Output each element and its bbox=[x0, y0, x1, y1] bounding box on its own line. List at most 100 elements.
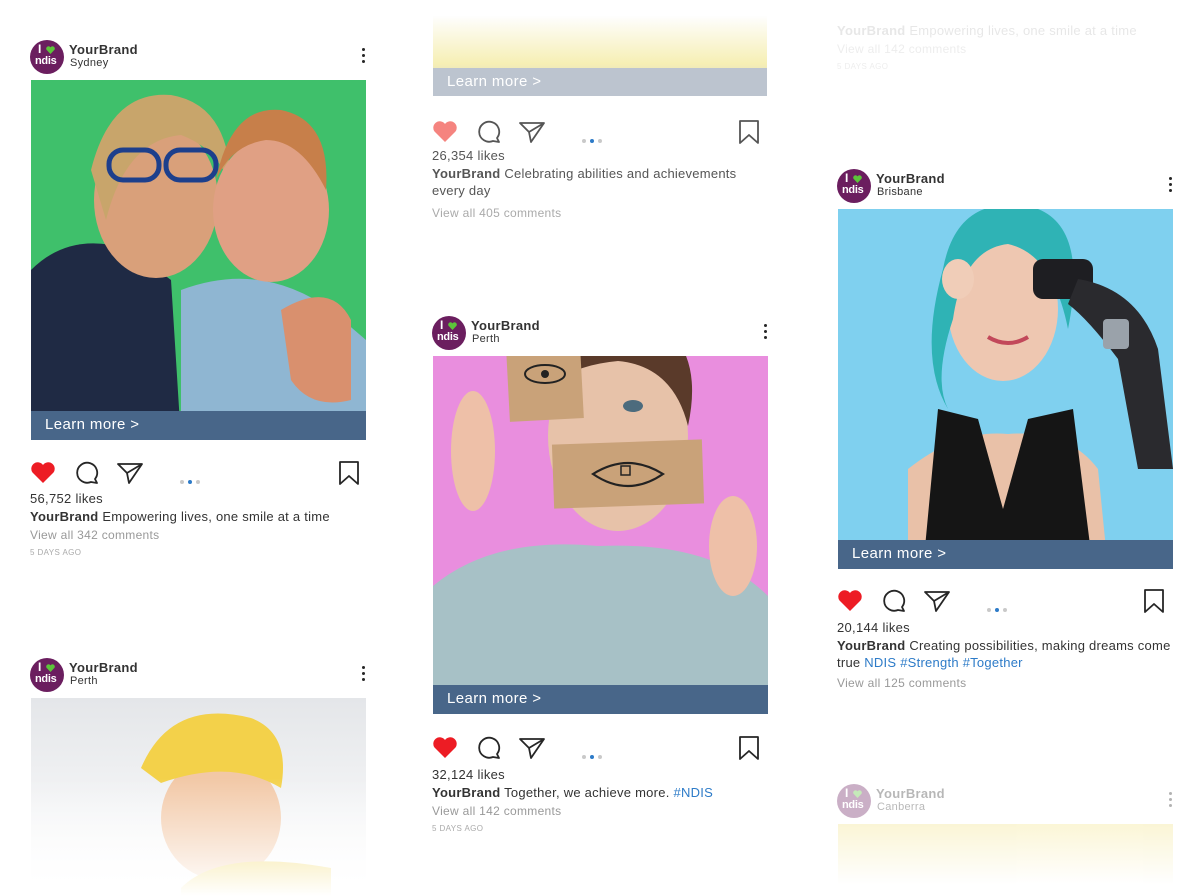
logo-letter: I bbox=[38, 42, 42, 56]
post-card: I ndis YourBrand Canberra bbox=[837, 784, 1173, 884]
view-comments-link[interactable]: View all 342 comments bbox=[30, 528, 159, 542]
post-header: I ndis YourBrand Canberra bbox=[837, 784, 1173, 820]
learn-more-label: Learn more > bbox=[447, 73, 542, 90]
view-comments-link[interactable]: View all 142 comments bbox=[837, 42, 966, 56]
post-card: I ndis YourBrand Brisbane Learn more > 2… bbox=[837, 169, 1173, 690]
post-image[interactable]: Learn more > bbox=[433, 16, 767, 96]
woman-with-bionic-arm-illustration bbox=[908, 209, 1173, 569]
post-header: I ndis YourBrand Perth bbox=[432, 316, 768, 352]
baby-illustration bbox=[31, 713, 366, 896]
post-timestamp: 5 DAYS AGO bbox=[837, 62, 889, 71]
comment-icon[interactable] bbox=[75, 461, 99, 485]
carousel-dots-icon bbox=[582, 746, 606, 764]
caption-brand[interactable]: YourBrand bbox=[30, 509, 98, 524]
caption-text: Empowering lives, one smile at a time bbox=[102, 509, 330, 524]
caption-brand[interactable]: YourBrand bbox=[837, 638, 905, 653]
likes-count: 56,752 likes bbox=[30, 491, 103, 506]
post-image[interactable]: Learn more > bbox=[433, 356, 768, 714]
caption-text: Empowering lives, one smile at a time bbox=[909, 23, 1137, 38]
heart-logo-icon bbox=[448, 322, 457, 330]
post-actions bbox=[30, 459, 366, 487]
post-card: I ndis YourBrand Perth bbox=[30, 658, 366, 896]
post-card: I ndis YourBrand Sydney Learn more > 56,… bbox=[30, 40, 366, 557]
logo-text: ndis bbox=[35, 55, 57, 67]
heart-icon[interactable] bbox=[432, 120, 458, 144]
bookmark-icon[interactable] bbox=[738, 119, 760, 145]
brand-name[interactable]: YourBrand bbox=[876, 786, 945, 801]
post-actions bbox=[432, 118, 768, 146]
hashtag-link[interactable]: #NDIS bbox=[673, 785, 713, 800]
view-comments-link[interactable]: View all 142 comments bbox=[432, 804, 561, 818]
brand-name[interactable]: YourBrand bbox=[876, 171, 945, 186]
carousel-dots-icon bbox=[582, 130, 606, 148]
post-location[interactable]: Canberra bbox=[877, 801, 925, 813]
woman-with-cards-illustration bbox=[433, 356, 768, 714]
caption-brand[interactable]: YourBrand bbox=[432, 166, 500, 181]
more-options-icon[interactable] bbox=[764, 324, 768, 342]
brand-name[interactable]: YourBrand bbox=[69, 660, 138, 675]
heart-logo-icon bbox=[46, 46, 55, 54]
post-location[interactable]: Perth bbox=[70, 675, 98, 687]
post-image[interactable]: Learn more > bbox=[838, 209, 1173, 569]
post-header: I ndis YourBrand Perth bbox=[30, 658, 366, 694]
post-caption: YourBrand Empowering lives, one smile at… bbox=[837, 22, 1173, 39]
more-options-icon[interactable] bbox=[362, 666, 366, 684]
caption-brand[interactable]: YourBrand bbox=[432, 785, 500, 800]
likes-count: 20,144 likes bbox=[837, 620, 910, 635]
brand-avatar[interactable]: I ndis bbox=[30, 40, 64, 74]
post-actions bbox=[837, 587, 1173, 615]
post-location[interactable]: Perth bbox=[472, 333, 500, 345]
more-options-icon[interactable] bbox=[1169, 177, 1173, 195]
post-image[interactable]: Learn more > bbox=[31, 80, 366, 440]
hashtag-link[interactable]: NDIS #Strength #Together bbox=[864, 655, 1022, 670]
likes-count: 32,124 likes bbox=[432, 767, 505, 782]
brand-name[interactable]: YourBrand bbox=[471, 318, 540, 333]
more-options-icon[interactable] bbox=[1169, 792, 1173, 810]
post-timestamp: 5 DAYS AGO bbox=[432, 824, 484, 833]
bookmark-icon[interactable] bbox=[738, 735, 760, 761]
brand-avatar[interactable]: I ndis bbox=[30, 658, 64, 692]
brand-name[interactable]: YourBrand bbox=[69, 42, 138, 57]
post-location[interactable]: Brisbane bbox=[877, 186, 923, 198]
comment-icon[interactable] bbox=[477, 120, 501, 144]
view-comments-link[interactable]: View all 405 comments bbox=[432, 206, 561, 220]
brand-avatar[interactable]: I ndis bbox=[837, 784, 871, 818]
logo-text: ndis bbox=[35, 673, 57, 685]
post-caption: YourBrand Creating possibilities, making… bbox=[837, 637, 1173, 671]
share-icon[interactable] bbox=[518, 120, 546, 144]
logo-text: ndis bbox=[842, 799, 864, 811]
brand-avatar[interactable]: I ndis bbox=[837, 169, 871, 203]
learn-more-button[interactable]: Learn more > bbox=[433, 685, 768, 714]
post-location[interactable]: Sydney bbox=[70, 57, 109, 69]
post-header: I ndis YourBrand Brisbane bbox=[837, 169, 1173, 205]
post-caption: YourBrand Together, we achieve more. #ND… bbox=[432, 784, 768, 801]
logo-letter: I bbox=[845, 786, 849, 800]
share-icon[interactable] bbox=[116, 461, 144, 485]
post-caption: YourBrand Empowering lives, one smile at… bbox=[30, 508, 366, 525]
learn-more-button[interactable]: Learn more > bbox=[31, 411, 366, 440]
carousel-dots-icon bbox=[180, 471, 204, 489]
bookmark-icon[interactable] bbox=[1143, 588, 1165, 614]
more-options-icon[interactable] bbox=[362, 48, 366, 66]
learn-more-button[interactable]: Learn more > bbox=[838, 540, 1173, 569]
share-icon[interactable] bbox=[518, 736, 546, 760]
post-image[interactable] bbox=[31, 698, 366, 896]
post-timestamp: 5 DAYS AGO bbox=[30, 548, 82, 557]
comment-icon[interactable] bbox=[477, 736, 501, 760]
brand-avatar[interactable]: I ndis bbox=[432, 316, 466, 350]
post-image[interactable] bbox=[838, 824, 1173, 884]
learn-more-label: Learn more > bbox=[45, 416, 140, 433]
heart-icon[interactable] bbox=[30, 461, 56, 485]
caption-text: Together, we achieve more. bbox=[504, 785, 670, 800]
learn-more-button[interactable]: Learn more > bbox=[433, 68, 767, 96]
share-icon[interactable] bbox=[923, 589, 951, 613]
heart-logo-icon bbox=[853, 175, 862, 183]
view-comments-link[interactable]: View all 125 comments bbox=[837, 676, 966, 690]
caption-brand[interactable]: YourBrand bbox=[837, 23, 905, 38]
post-actions bbox=[432, 734, 768, 762]
comment-icon[interactable] bbox=[882, 589, 906, 613]
heart-icon[interactable] bbox=[837, 589, 863, 613]
bookmark-icon[interactable] bbox=[338, 460, 360, 486]
logo-letter: I bbox=[38, 660, 42, 674]
heart-icon[interactable] bbox=[432, 736, 458, 760]
